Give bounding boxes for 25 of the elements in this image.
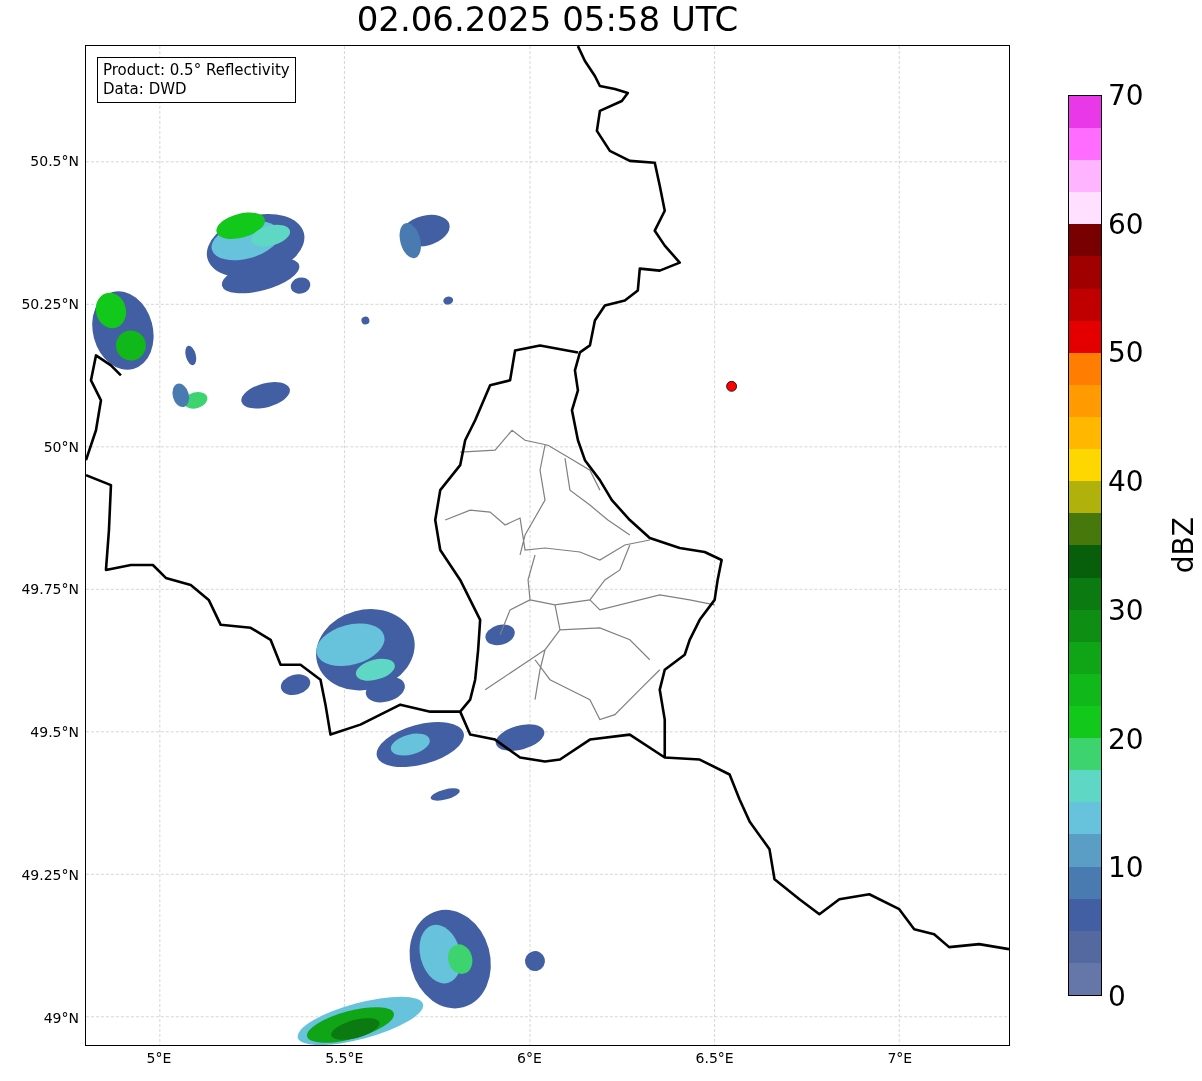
colorbar-tick-label: 70 [1108,78,1144,112]
axis-tick-label: 50.5°N [30,153,79,169]
axis-tick-label: 49.5°N [30,724,79,741]
axis-tick-label: 49.75°N [21,581,79,598]
colorbar-tick-label: 0 [1108,979,1126,1013]
axis-tick-label: 6.5°E [695,1050,734,1066]
axis-tick-label: 50.25°N [21,295,79,312]
axis-tick-label: 6°E [517,1050,542,1066]
legend-text: Product: 0.5° Reflectivity [103,61,290,80]
colorbar-tick-label: 20 [1108,722,1144,756]
colorbar-tick-label: 60 [1108,207,1144,241]
axis-tick-label: 49°N [43,1009,79,1026]
colorbar-tick-label: 40 [1108,464,1144,498]
axis-tick-label: 5°E [146,1050,172,1066]
axis-tick-label: 50°N [43,438,79,455]
colorbar-tick-label: 50 [1108,335,1144,369]
colorbar-tick-label: 10 [1108,850,1144,884]
colorbar-axis-label: dBZ [1167,517,1200,574]
colorbar-tick-label: 30 [1108,593,1144,627]
axis-tick-label: 49.25°N [21,867,79,883]
axis-tick-label: 7°E [887,1050,913,1066]
location-marker-icon [726,380,737,392]
axis-tick-label: 5.5°E [325,1050,364,1066]
chart-title: 02.06.2025 05:58 UTC [355,0,740,41]
legend-text: Data: DWD [103,80,188,99]
